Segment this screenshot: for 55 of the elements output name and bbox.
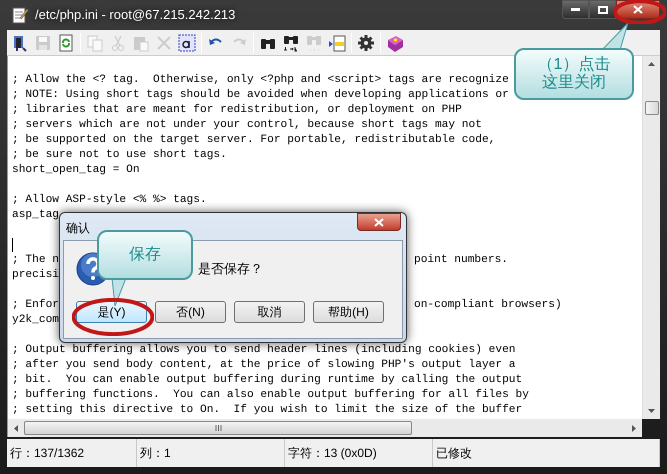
reload-icon[interactable]: [57, 34, 75, 52]
scrollbar-thumb[interactable]: [644, 101, 658, 115]
close-button[interactable]: [357, 213, 401, 231]
code-line: ; bit. You can enable output buffering during runtime by calling the output: [12, 373, 522, 388]
text-caret: [12, 238, 13, 252]
status-field: 已修改: [436, 444, 472, 462]
code-line: ; libraries that are meant for redistribution, or deployment on PHP: [12, 103, 462, 118]
code-line: ; Allow ASP-style <% %> tags.: [12, 193, 207, 208]
code-line: ; be sure not to use short tags.: [12, 148, 227, 163]
dialog-button[interactable]: 帮助(H): [313, 301, 384, 323]
status-field: 列：1: [140, 444, 171, 462]
code-line: ; Allow the <? tag. Otherwise, only <?php and <script> tags are recognize: [12, 73, 509, 88]
status-field: 行：137/1362: [10, 444, 84, 462]
code-line: asp_tag: [12, 208, 59, 223]
dialog-message: 是否保存？: [198, 260, 263, 278]
code-line: on-compliant browsers): [414, 298, 562, 313]
horizontal-scrollbar[interactable]: [7, 419, 642, 437]
vertical-scrollbar[interactable]: [642, 56, 660, 419]
scroll-left-icon[interactable]: [12, 424, 20, 432]
scroll-right-icon[interactable]: [630, 424, 638, 432]
settings-icon[interactable]: [357, 34, 375, 52]
code-line: ; servers which are not under your control, because short tags may not: [12, 118, 482, 133]
select-all-icon[interactable]: [178, 34, 196, 52]
code-line: short_open_tag = On: [12, 163, 140, 178]
status-field: 字符：13 (0x0D): [288, 444, 377, 462]
grip-icon: [214, 425, 222, 431]
scrollbar-thumb[interactable]: [24, 421, 412, 435]
notepad-icon: [11, 6, 29, 24]
code-line: precisi: [12, 268, 59, 283]
close-icon: [633, 5, 643, 14]
code-line: ; buffering functions. You can also enable output buffering for all files by: [12, 388, 529, 403]
goto-line-icon[interactable]: [328, 34, 346, 52]
maximize-button[interactable]: [589, 0, 616, 19]
code-line: ; NOTE: Using short tags should be avoided when developing applications or: [12, 88, 509, 103]
code-line: ; be supported on the target server. For portable, redistributable code,: [12, 133, 496, 148]
callout-text: 保存: [129, 246, 161, 264]
dialog-button[interactable]: 取消: [234, 301, 305, 323]
code-line: ; Enfor: [12, 298, 59, 313]
window-title: /etc/php.ini - root@67.215.242.213: [35, 6, 236, 24]
dialog-title: 确认: [66, 220, 90, 237]
callout-text: 这里关闭: [542, 74, 606, 92]
binoculars-replace-icon[interactable]: [282, 34, 300, 52]
minimize-button[interactable]: [562, 0, 589, 19]
dialog-button[interactable]: 否(N): [155, 301, 226, 323]
minimize-icon: [571, 8, 580, 11]
code-line: point numbers.: [414, 253, 508, 268]
maximize-icon: [598, 6, 608, 14]
code-line: ; setting this directive to On. If you wish to limit the size of the buffer: [12, 403, 522, 418]
exit-door-icon[interactable]: [11, 34, 29, 52]
callout-text: （1）点击: [538, 56, 610, 74]
code-line: ; The n: [12, 253, 59, 268]
code-line: ; Output buffering allows you to send header lines (including cookies) even: [12, 343, 516, 358]
code-line: ; after you send body content, at the price of slowing PHP's output layer a: [12, 358, 516, 373]
close-icon: [374, 218, 384, 226]
code-line: y2k_com: [12, 313, 59, 328]
